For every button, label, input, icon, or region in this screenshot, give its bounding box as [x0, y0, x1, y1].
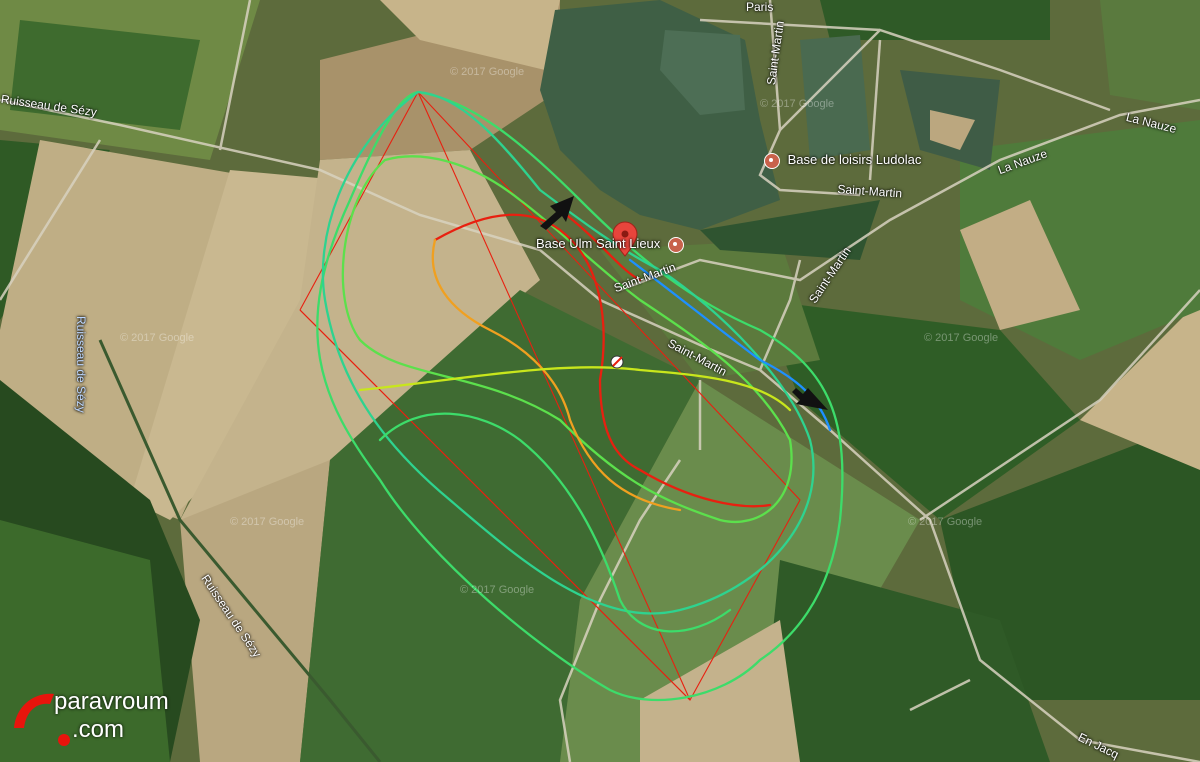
map-watermark: © 2017 Google: [460, 584, 535, 596]
poi-base-loisirs[interactable]: Base de loisirs Ludolac: [764, 152, 921, 169]
poi-base-loisirs-label: Base de loisirs Ludolac: [787, 152, 922, 167]
map-watermark: © 2017 Google: [760, 98, 835, 110]
map-watermark: © 2017 Google: [924, 332, 999, 344]
map-watermark: © 2017 Google: [908, 516, 983, 528]
logo-text: paravroum: [54, 688, 169, 715]
poi-base-ulm[interactable]: Base Ulm Saint Lieux: [536, 236, 688, 253]
camera-icon: [764, 152, 780, 169]
poi-base-ulm-label: Base Ulm Saint Lieux: [536, 236, 661, 251]
map-watermark: © 2017 Google: [120, 332, 195, 344]
paravroum-logo: paravroum .com: [10, 688, 210, 752]
street-label-paris: Paris: [746, 0, 774, 14]
satellite-map[interactable]: [0, 0, 1200, 762]
stream-label-ruisseau: Ruisseau de Sézy: [74, 316, 88, 413]
map-watermark: © 2017 Google: [450, 66, 525, 78]
camera-icon: [667, 236, 684, 253]
map-watermark: © 2017 Google: [230, 516, 305, 528]
logo-text: .com: [72, 716, 125, 743]
aircraft-icon: [610, 355, 624, 369]
